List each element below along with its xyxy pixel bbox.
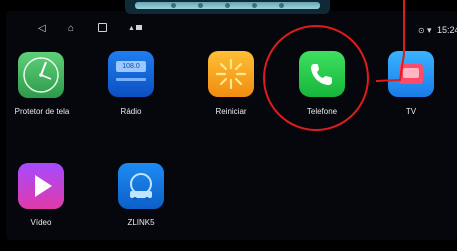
photo-frame: ◁ ⌂ ▲ ⊙ ▾ 15:24 Protetor de tela 108.0 R… (0, 0, 457, 251)
callout-arrow (375, 0, 405, 82)
